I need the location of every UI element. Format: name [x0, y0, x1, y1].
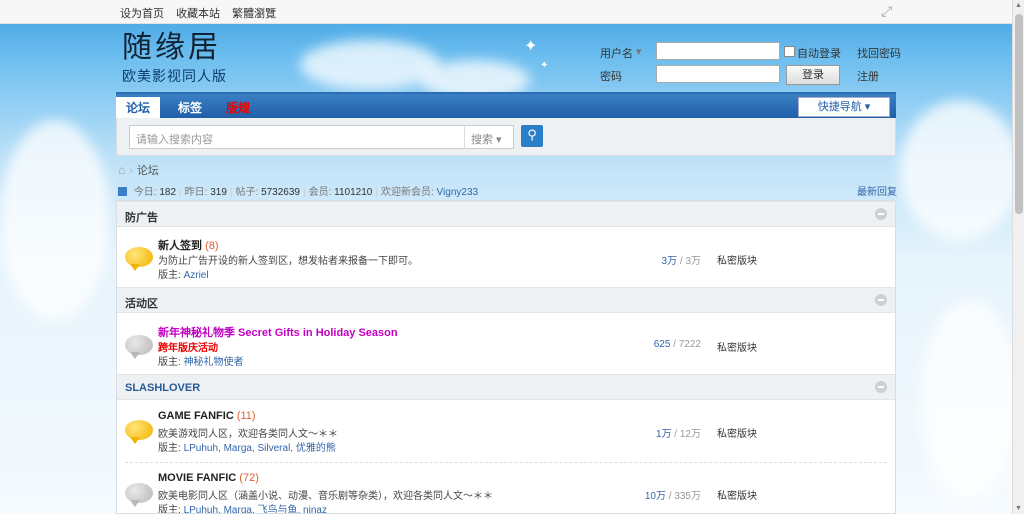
traditional-chinese-link[interactable]: 繁體瀏覽 — [232, 8, 276, 20]
background-cloud — [0, 120, 110, 320]
yesterday-label: 昨日: — [184, 187, 208, 198]
password-label: 密码 — [600, 71, 622, 83]
forum-name[interactable]: GAME FANFIC (11) — [158, 410, 256, 422]
scrollbar[interactable]: ▲ ▼ — [1012, 0, 1024, 514]
category-title[interactable]: 防广告 — [125, 209, 158, 225]
tab-forum[interactable]: 论坛 — [116, 97, 161, 120]
forum-name[interactable]: 新年神秘礼物季 Secret Gifts in Holiday Season — [158, 324, 398, 340]
forum-name[interactable]: MOVIE FANFIC (72) — [158, 472, 259, 484]
posts-label: 帖子: — [235, 187, 259, 198]
no-new-posts-icon — [125, 335, 153, 359]
logo-title: 随缘居 — [122, 30, 221, 65]
top-bar: 设为首页 收藏本站 繁體瀏覽 ⤢ — [0, 0, 1012, 24]
forum-access: 私密版块 — [717, 491, 757, 502]
welcome-label: 欢迎新会员: — [380, 187, 434, 198]
breadcrumb-separator: › — [129, 165, 133, 177]
no-new-posts-icon — [125, 483, 153, 507]
posts-count: 5732639 — [261, 187, 300, 198]
forum-row: 新人签到 (8) 为防止广告开设的新人签到区，想发帖者来报备一下即可。 版主: … — [117, 227, 895, 287]
star-icon: ✦ — [524, 38, 538, 55]
forum-counts: 3万 / 3万 — [661, 256, 701, 267]
logo-subtitle: 欧美影视同人版 — [122, 68, 227, 84]
forum-moderators: 版主: Azriel — [158, 270, 209, 281]
bookmark-link[interactable]: 收藏本站 — [176, 8, 220, 20]
expand-icon[interactable]: ⤢ — [881, 3, 892, 20]
category-header: 活动区 — [117, 287, 895, 313]
forum-counts: 625 / 7222 — [653, 339, 701, 350]
set-homepage-link[interactable]: 设为首页 — [120, 8, 164, 20]
scroll-up-icon[interactable]: ▲ — [1015, 2, 1022, 9]
remember-checkbox[interactable] — [784, 46, 795, 57]
new-posts-icon — [125, 420, 153, 444]
forum-stats: 今日: 182 | 昨日: 319 | 帖子: 5732639 | 会员: 1101210 |… — [118, 183, 478, 198]
breadcrumb-current[interactable]: 论坛 — [137, 165, 159, 177]
forum-row: MOVIE FANFIC (72) 欧美电影同人区（涵盖小说、动漫、音乐剧等杂类… — [117, 461, 895, 514]
forgot-password-link[interactable]: 找回密码 — [857, 45, 901, 61]
forum-row: GAME FANFIC (11) 欧美游戏同人区，欢迎各类同人文～＊＊ 版主: … — [117, 400, 895, 460]
forum-counts: 1万 / 12万 — [655, 429, 701, 440]
new-posts-icon — [125, 247, 153, 271]
home-icon[interactable]: ⌂ — [118, 163, 125, 177]
register-link[interactable]: 注册 — [857, 68, 879, 84]
search-scope-select[interactable]: 搜索 ▾ — [464, 125, 514, 149]
collapse-icon[interactable] — [875, 208, 887, 220]
members-count: 1101210 — [334, 187, 373, 198]
forum-description: 跨年版庆活动 — [158, 343, 218, 354]
search-input[interactable]: 请输入搜索内容 — [129, 125, 513, 149]
forum-moderators: 版主: LPuhuh, Marga, 飞鸟与鱼, ninaz — [158, 505, 327, 514]
star-icon: ✦ — [540, 60, 549, 71]
forum-row: 新年神秘礼物季 Secret Gifts in Holiday Season 跨… — [117, 313, 895, 373]
username-label: 用户名 — [600, 48, 633, 60]
background-cloud — [300, 40, 440, 90]
forum-description: 欧美电影同人区（涵盖小说、动漫、音乐剧等杂类），欢迎各类同人文～＊＊ — [158, 491, 493, 502]
forum-access: 私密版块 — [717, 256, 757, 267]
collapse-icon[interactable] — [875, 294, 887, 306]
collapse-icon[interactable] — [875, 381, 887, 393]
tab-tags[interactable]: 标签 — [168, 97, 212, 120]
quick-nav-button[interactable]: 快捷导航 ▾ — [798, 97, 890, 117]
category-header: SLASHLOVER — [117, 374, 895, 400]
newest-member-link[interactable]: Vigny233 — [437, 187, 479, 198]
background-cloud — [920, 300, 1020, 500]
forum-counts: 10万 / 335万 — [644, 491, 701, 502]
today-label: 今日: — [133, 187, 157, 198]
yesterday-count: 319 — [210, 187, 227, 198]
forum-moderators: 版主: 神秘礼物使者 — [158, 357, 244, 368]
forum-board: 防广告 新人签到 (8) 为防止广告开设的新人签到区，想发帖者来报备一下即可。 … — [116, 200, 896, 514]
forum-description: 为防止广告开设的新人签到区，想发帖者来报备一下即可。 — [158, 256, 418, 267]
top-links: 设为首页 收藏本站 繁體瀏覽 — [120, 5, 285, 21]
today-count: 182 — [159, 187, 177, 198]
main-nav: 论坛 标签 版规 快捷导航 ▾ — [116, 92, 896, 120]
background-cloud — [900, 100, 1020, 240]
category-header: 防广告 — [117, 201, 895, 227]
category-title[interactable]: 活动区 — [125, 295, 158, 311]
forum-description: 欧美游戏同人区，欢迎各类同人文～＊＊ — [158, 429, 338, 440]
remember-label: 自动登录 — [797, 48, 841, 60]
username-input[interactable] — [656, 42, 780, 60]
forum-access: 私密版块 — [717, 429, 757, 440]
breadcrumb: ⌂ › 论坛 — [118, 162, 159, 178]
login-button[interactable]: 登录 — [786, 65, 840, 85]
search-icon[interactable]: ⚲ — [521, 125, 543, 147]
stats-chart-icon — [118, 187, 127, 196]
scroll-down-icon[interactable]: ▼ — [1015, 505, 1022, 512]
forum-access: 私密版块 — [717, 343, 757, 354]
tab-rules[interactable]: 版规 — [216, 97, 260, 120]
scrollbar-thumb[interactable] — [1015, 14, 1023, 214]
forum-name[interactable]: 新人签到 (8) — [158, 237, 219, 253]
category-title[interactable]: SLASHLOVER — [125, 382, 200, 394]
password-input[interactable] — [656, 65, 780, 83]
chevron-down-icon[interactable]: ▾ — [636, 45, 642, 58]
forum-moderators: 版主: LPuhuh, Marga, Silveral, 优雅的熊 — [158, 443, 336, 454]
site-logo[interactable]: 随缘居 欧美影视同人版 — [122, 32, 227, 86]
latest-replies-link[interactable]: 最新回复 — [857, 183, 897, 198]
members-label: 会员: — [308, 187, 332, 198]
search-bar: 请输入搜索内容 搜索 ▾ ⚲ — [116, 118, 896, 156]
